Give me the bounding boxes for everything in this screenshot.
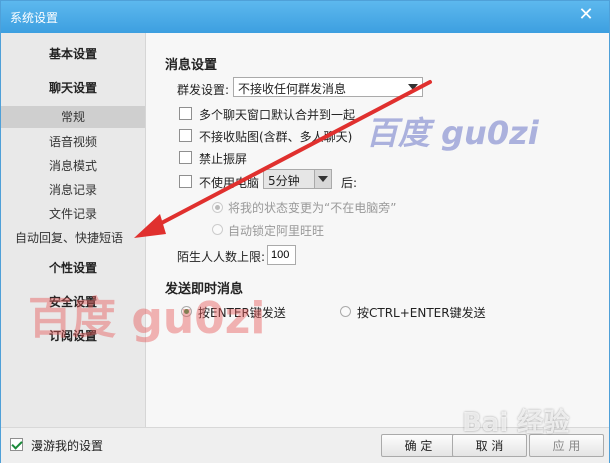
idle-time-value: 5分钟 [268,174,300,188]
ctrl-enter-send-label: 按CTRL+ENTER键发送 [357,306,486,320]
sidebar-item-chat[interactable]: 聊天设置 [1,79,145,97]
apply-button[interactable]: 应 用 [529,434,604,457]
window-title: 系统设置 [10,11,59,25]
settings-window: 系统设置 ✕ 基本设置 聊天设置 常规 语音视频 消息模式 消息记录 文件记录 … [0,0,610,463]
main-panel: 消息设置 群发设置: 不接收任何群发消息 多个聊天窗口默认合并到一起 不接收贴图… [146,33,609,427]
merge-windows-checkbox[interactable] [179,107,192,120]
footer: 漫游我的设置 确 定 取 消 应 用 [1,427,609,463]
idle-checkbox[interactable] [179,175,192,188]
sidebar-item-basic[interactable]: 基本设置 [1,45,145,63]
group-send-label: 群发设置: [177,83,230,97]
ok-button[interactable]: 确 定 [381,434,456,457]
chevron-down-icon [318,176,328,182]
sidebar-item-general[interactable]: 常规 [1,106,145,128]
idle-prefix-label: 不使用电脑 [199,176,260,190]
idle-time-select[interactable]: 5分钟 [263,169,332,189]
group-send-value: 不接收任何群发消息 [238,82,347,96]
title-bar[interactable]: 系统设置 ✕ [1,1,609,33]
no-shake-checkbox[interactable] [179,151,192,164]
send-settings-title: 发送即时消息 [165,282,244,297]
cancel-button[interactable]: 取 消 [452,434,527,457]
merge-windows-label: 多个聊天窗口默认合并到一起 [199,108,356,122]
sidebar-item-security[interactable]: 安全设置 [1,293,145,311]
group-send-select[interactable]: 不接收任何群发消息 [233,77,423,97]
message-settings-title: 消息设置 [165,58,218,73]
sidebar-item-message-history[interactable]: 消息记录 [1,181,145,199]
sidebar: 基本设置 聊天设置 常规 语音视频 消息模式 消息记录 文件记录 自动回复、快捷… [1,33,146,427]
sidebar-item-subscription[interactable]: 订阅设置 [1,327,145,345]
sidebar-item-message-mode[interactable]: 消息模式 [1,157,145,175]
no-sticky-checkbox[interactable] [179,129,192,142]
sidebar-item-voice-video[interactable]: 语音视频 [1,133,145,151]
sidebar-item-auto-reply[interactable]: 自动回复、快捷短语 [0,229,141,247]
roaming-label: 漫游我的设置 [31,439,104,453]
close-icon[interactable]: ✕ [577,6,595,24]
idle-status-radio[interactable] [212,202,223,213]
ctrl-enter-send-radio[interactable] [340,306,351,317]
idle-suffix-label: 后: [341,176,358,190]
idle-status-label: 将我的状态变更为“不在电脑旁” [228,201,397,215]
roaming-checkbox[interactable] [10,438,23,451]
sidebar-item-file-history[interactable]: 文件记录 [1,205,145,223]
enter-send-label: 按ENTER键发送 [198,306,286,320]
no-sticky-label: 不接收贴图(含群、多人聊天) [199,130,353,144]
sidebar-item-personal[interactable]: 个性设置 [1,259,145,277]
enter-send-radio[interactable] [181,306,192,317]
chevron-down-icon [408,84,418,90]
idle-lock-radio[interactable] [212,224,223,235]
stranger-limit-input[interactable] [267,245,296,265]
no-shake-label: 禁止振屏 [199,152,248,166]
stranger-limit-label: 陌生人人数上限: [177,250,266,264]
idle-lock-label: 自动锁定阿里旺旺 [228,224,325,238]
